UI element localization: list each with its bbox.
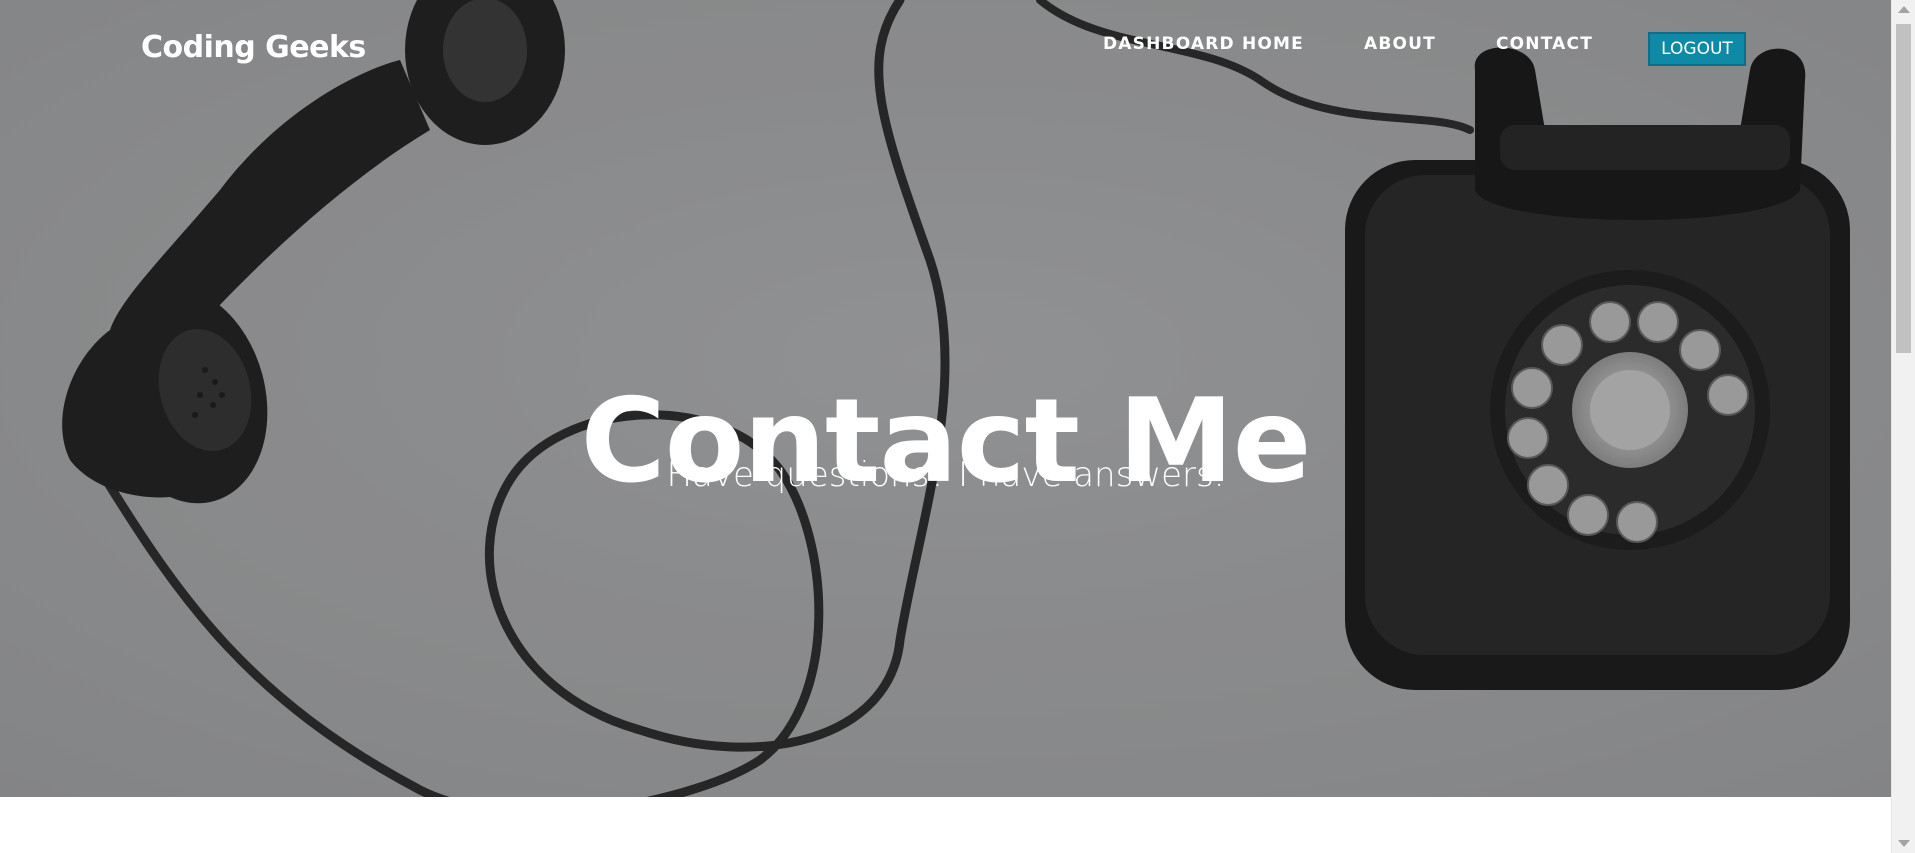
nav-item-contact[interactable]: CONTACT [1496, 34, 1593, 54]
page-subtitle: Have questions? I have answers. [666, 455, 1225, 495]
top-navigation-bar: Coding Geeks DASHBOARD HOME ABOUT CONTAC… [0, 0, 1891, 100]
browser-viewport: Coding Geeks DASHBOARD HOME ABOUT CONTAC… [0, 0, 1915, 853]
brand-logo-link[interactable]: Coding Geeks [141, 30, 366, 65]
nav-links: DASHBOARD HOME ABOUT CONTACT [1103, 34, 1653, 54]
nav-item-about[interactable]: ABOUT [1364, 34, 1436, 54]
scroll-up-arrow-icon[interactable] [1898, 6, 1910, 13]
logout-button[interactable]: LOGOUT [1648, 32, 1746, 66]
scroll-down-arrow-icon[interactable] [1898, 840, 1910, 847]
main-content-area [0, 797, 1891, 853]
hero-header: Coding Geeks DASHBOARD HOME ABOUT CONTAC… [0, 0, 1891, 797]
nav-item-dashboard-home[interactable]: DASHBOARD HOME [1103, 34, 1304, 54]
scrollbar-thumb[interactable] [1896, 24, 1911, 353]
vertical-scrollbar[interactable] [1891, 0, 1915, 853]
